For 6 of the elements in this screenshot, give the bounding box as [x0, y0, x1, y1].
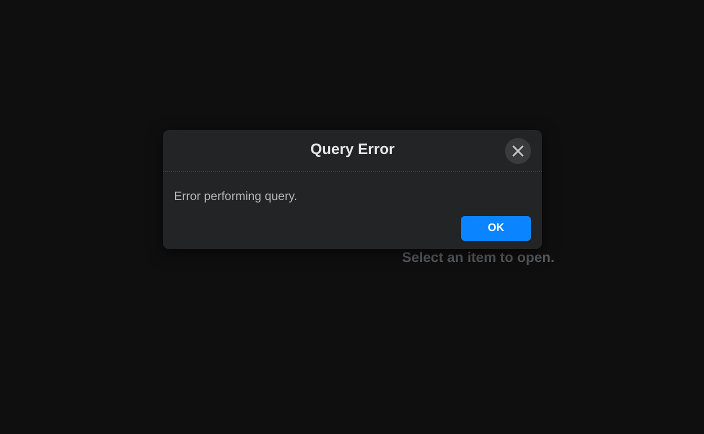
close-icon: [512, 145, 524, 157]
empty-state-message: Select an item to open.: [402, 249, 554, 265]
dialog-message: Error performing query.: [174, 189, 298, 203]
dialog-title: Query Error: [310, 140, 395, 160]
ok-button[interactable]: OK: [461, 216, 531, 241]
close-button[interactable]: [505, 138, 531, 164]
